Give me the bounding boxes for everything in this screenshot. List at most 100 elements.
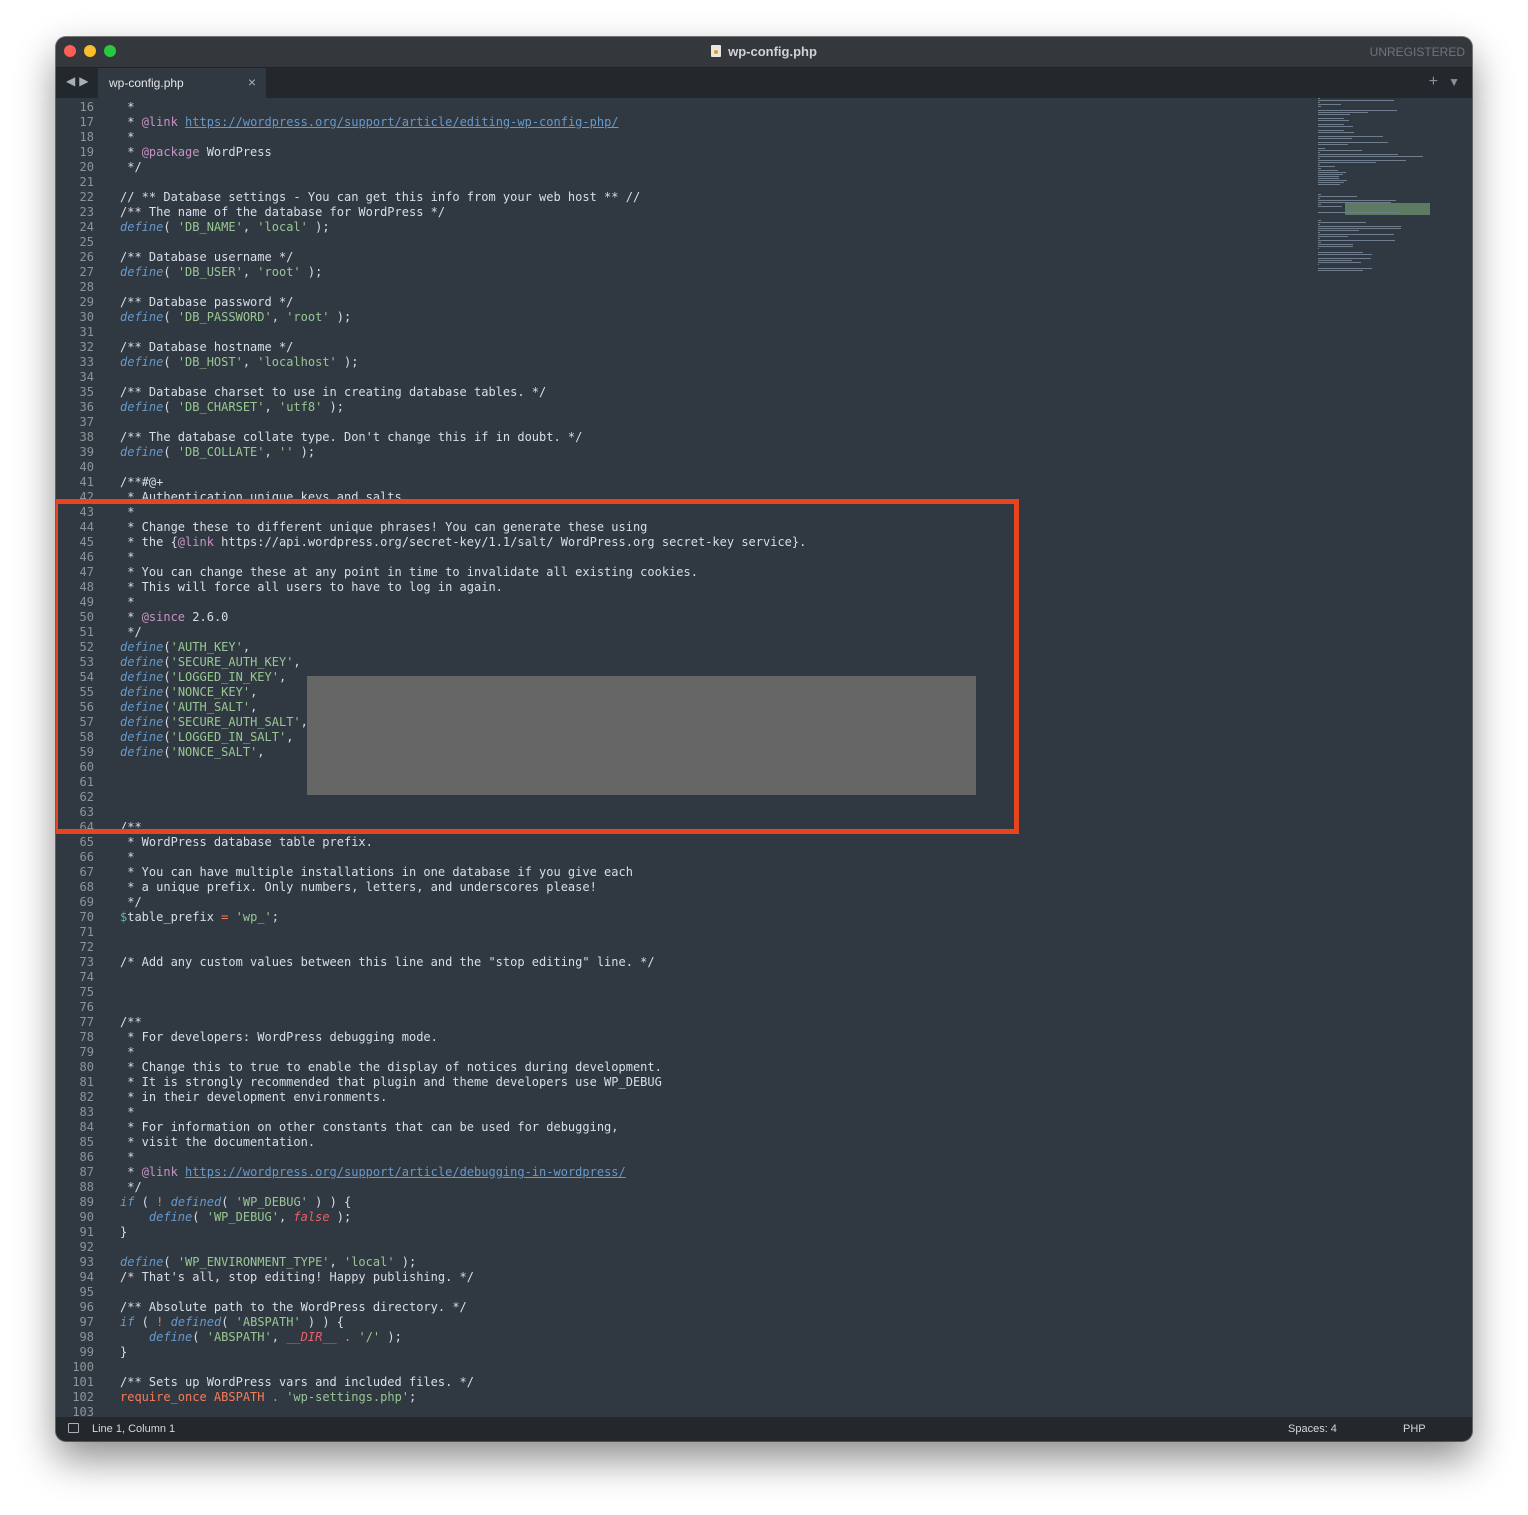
- code-line[interactable]: * Change this to true to enable the disp…: [120, 1060, 662, 1075]
- line-number: 26: [79, 250, 94, 264]
- code-line[interactable]: define( 'DB_CHARSET', 'utf8' );: [120, 400, 344, 415]
- minimap-viewport[interactable]: [1345, 203, 1430, 215]
- code-token: * in their development environments.: [120, 1090, 388, 1104]
- code-token: );: [329, 310, 352, 324]
- tab-actions: + ▼: [1419, 73, 1460, 91]
- code-token: define: [120, 355, 164, 369]
- code-token: (: [134, 1315, 157, 1329]
- code-token: @link: [141, 115, 178, 129]
- minimap-line: [1318, 158, 1321, 159]
- back-arrow-icon[interactable]: ◀: [66, 74, 79, 88]
- code-line[interactable]: * @link https://wordpress.org/support/ar…: [120, 1165, 626, 1180]
- code-line[interactable]: * in their development environments.: [120, 1090, 387, 1105]
- code-line[interactable]: // ** Database settings - You can get th…: [120, 190, 640, 205]
- code-token: (: [221, 1195, 236, 1209]
- code-line[interactable]: /**#@+: [120, 475, 163, 490]
- code-line[interactable]: * WordPress database table prefix.: [120, 835, 373, 850]
- tab-label: wp-config.php: [109, 76, 184, 90]
- minimap-line: [1318, 174, 1344, 175]
- code-token: ,: [242, 265, 258, 279]
- code-line[interactable]: * a unique prefix. Only numbers, letters…: [120, 880, 597, 895]
- code-line[interactable]: /** The name of the database for WordPre…: [120, 205, 445, 220]
- code-line[interactable]: define( 'DB_NAME', 'local' );: [120, 220, 330, 235]
- code-token: ;: [271, 910, 279, 924]
- line-number: 68: [79, 880, 94, 894]
- code-token: ,: [271, 310, 287, 324]
- code-line[interactable]: /* That's all, stop editing! Happy publi…: [120, 1270, 474, 1285]
- code-token: 'ABSPATH': [206, 1330, 272, 1344]
- code-line[interactable]: *: [120, 130, 134, 145]
- code-line[interactable]: /**: [120, 1015, 142, 1030]
- code-line[interactable]: * It is strongly recommended that plugin…: [120, 1075, 662, 1090]
- code-token: *: [120, 1105, 135, 1119]
- code-line[interactable]: $table_prefix = 'wp_';: [120, 910, 279, 925]
- code-token: // ** Database settings - You can get th…: [120, 190, 641, 204]
- code-line[interactable]: *: [120, 850, 134, 865]
- code-line[interactable]: /** Absolute path to the WordPress direc…: [120, 1300, 467, 1315]
- line-number: 86: [79, 1150, 94, 1164]
- code-line[interactable]: * You can have multiple installations in…: [120, 865, 633, 880]
- code-line[interactable]: }: [120, 1225, 127, 1240]
- minimap-line: [1318, 124, 1345, 125]
- code-line[interactable]: */: [120, 160, 141, 175]
- panel-toggle-icon[interactable]: [68, 1423, 79, 1433]
- code-token: 'DB_HOST': [177, 355, 243, 369]
- syntax-selector[interactable]: PHP: [1403, 1423, 1426, 1435]
- code-editor[interactable]: 16 17 18 19 20 21 22 23 24 25 26 27 28 29 30 31 32 33 34 35…: [56, 98, 1472, 1417]
- code-token: *: [120, 100, 135, 114]
- code-line[interactable]: * For developers: WordPress debugging mo…: [120, 1030, 438, 1045]
- code-line[interactable]: if ( ! defined( 'ABSPATH' ) ) {: [120, 1315, 344, 1330]
- status-bar: Line 1, Column 1 Spaces: 4 PHP: [56, 1417, 1472, 1441]
- new-tab-icon[interactable]: +: [1429, 73, 1438, 90]
- code-line[interactable]: /** Database password */: [120, 295, 293, 310]
- line-number: 84: [79, 1120, 94, 1134]
- code-line[interactable]: */: [120, 895, 141, 910]
- code-line[interactable]: *: [120, 1045, 134, 1060]
- minimap-line: [1318, 168, 1322, 169]
- minimap[interactable]: [1318, 98, 1438, 313]
- code-line[interactable]: /** Sets up WordPress vars and included …: [120, 1375, 474, 1390]
- code-line[interactable]: define( 'ABSPATH', __DIR__ . '/' );: [120, 1330, 402, 1345]
- code-line[interactable]: define( 'WP_DEBUG', false );: [120, 1210, 351, 1225]
- code-line[interactable]: /** Database hostname */: [120, 340, 293, 355]
- code-line[interactable]: */: [120, 1180, 141, 1195]
- forward-arrow-icon[interactable]: ▶: [79, 74, 92, 88]
- code-token: ABSPATH: [206, 1390, 272, 1404]
- minimap-line: [1318, 204, 1322, 205]
- code-line[interactable]: /** The database collate type. Don't cha…: [120, 430, 582, 445]
- code-line[interactable]: require_once ABSPATH . 'wp-settings.php'…: [120, 1390, 416, 1405]
- code-token: /** Database hostname */: [120, 340, 294, 354]
- line-number: 23: [79, 205, 94, 219]
- code-token: 'local': [257, 220, 308, 234]
- code-line[interactable]: *: [120, 100, 134, 115]
- code-line[interactable]: define( 'DB_USER', 'root' );: [120, 265, 322, 280]
- code-line[interactable]: * For information on other constants tha…: [120, 1120, 618, 1135]
- minimap-line: [1318, 260, 1353, 261]
- tab-close-icon[interactable]: ×: [248, 74, 256, 90]
- code-line[interactable]: * @package WordPress: [120, 145, 272, 160]
- code-token: false: [293, 1210, 330, 1224]
- tab-menu-icon[interactable]: ▼: [1448, 75, 1460, 89]
- code-token: * WordPress database table prefix.: [120, 835, 373, 849]
- code-line[interactable]: *: [120, 1150, 134, 1165]
- code-token: 'utf8': [278, 400, 323, 414]
- code-line[interactable]: /** Database username */: [120, 250, 293, 265]
- code-token: );: [336, 355, 359, 369]
- code-line[interactable]: define( 'DB_COLLATE', '' );: [120, 445, 315, 460]
- code-line[interactable]: define( 'DB_PASSWORD', 'root' );: [120, 310, 351, 325]
- minimap-line: [1318, 264, 1320, 265]
- tab-wp-config[interactable]: wp-config.php ×: [98, 68, 266, 98]
- code-line[interactable]: * visit the documentation.: [120, 1135, 315, 1150]
- code-line[interactable]: *: [120, 1105, 134, 1120]
- code-line[interactable]: if ( ! defined( 'WP_DEBUG' ) ) {: [120, 1195, 351, 1210]
- code-line[interactable]: }: [120, 1345, 127, 1360]
- code-line[interactable]: /** Database charset to use in creating …: [120, 385, 546, 400]
- indentation-selector[interactable]: Spaces: 4: [1288, 1423, 1337, 1435]
- line-number: 79: [79, 1045, 94, 1059]
- code-line[interactable]: * @link https://wordpress.org/support/ar…: [120, 115, 618, 130]
- code-line[interactable]: define( 'WP_ENVIRONMENT_TYPE', 'local' )…: [120, 1255, 416, 1270]
- code-line[interactable]: /* Add any custom values between this li…: [120, 955, 655, 970]
- code-line[interactable]: define( 'DB_HOST', 'localhost' );: [120, 355, 358, 370]
